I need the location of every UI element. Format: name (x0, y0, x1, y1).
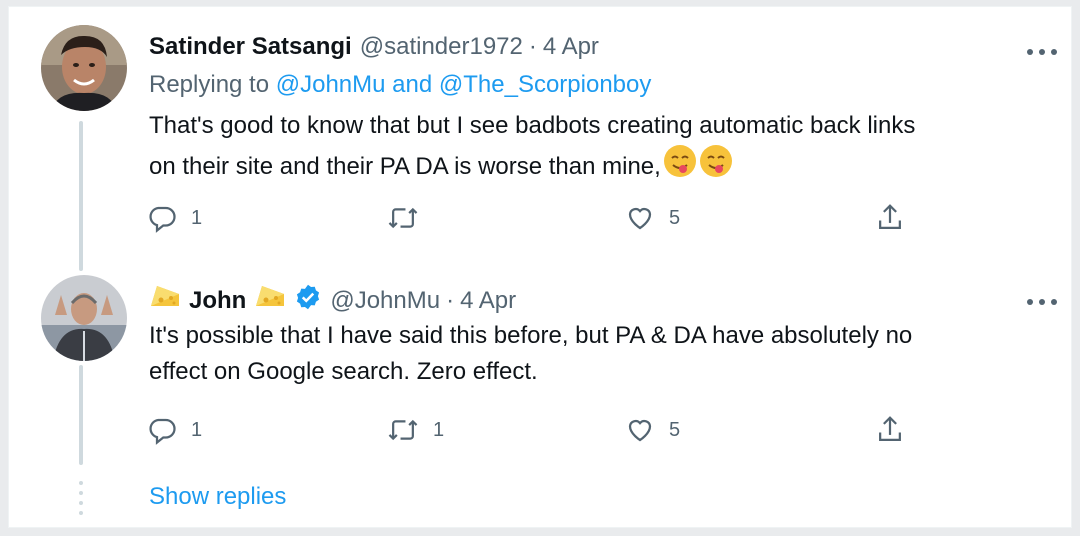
like-icon (628, 419, 652, 442)
share-icon (879, 416, 901, 441)
more-icon[interactable] (1027, 45, 1057, 59)
author-name[interactable]: John (189, 287, 246, 315)
tweet-text-line: It's possible that I have said this befo… (149, 322, 913, 349)
share-button[interactable] (875, 202, 905, 234)
reply-count: 1 (191, 418, 203, 441)
retweet-icon (388, 207, 418, 229)
tweet-text-line: That's good to know that but I see badbo… (149, 112, 916, 139)
tweet-text-line: on their site and their PA DA is worse t… (149, 144, 1049, 189)
like-count: 5 (669, 418, 681, 441)
replying-mentions[interactable]: @JohnMu and @The_Scorpionboy (276, 71, 652, 98)
retweet-button[interactable] (387, 203, 433, 233)
cheese-emoji (149, 284, 181, 317)
author-name[interactable]: Satinder Satsangi (149, 33, 352, 61)
share-button[interactable] (875, 414, 905, 446)
like-button[interactable]: 5 (625, 415, 680, 445)
tweet-text-line-2: on their site and their PA DA is worse t… (149, 152, 661, 180)
reply-icon (149, 206, 176, 233)
reply-button[interactable]: 1 (147, 415, 202, 445)
cheese-emoji (254, 284, 286, 317)
tweet-date[interactable]: 4 Apr (543, 33, 599, 61)
thread-connector (79, 121, 83, 271)
like-icon (628, 207, 652, 230)
author-handle[interactable]: @JohnMu (330, 287, 440, 315)
replying-prefix: Replying to (149, 71, 270, 98)
tweet-text: It's possible that I have said this befo… (149, 318, 1049, 390)
thread-connector (79, 365, 83, 465)
retweet-icon (388, 419, 418, 441)
tweet-text: That's good to know that but I see badbo… (149, 108, 1049, 189)
retweet-button[interactable]: 1 (387, 415, 444, 445)
tweet-text-line: effect on Google search. Zero effect. (149, 358, 538, 385)
more-replies-dots (79, 481, 83, 515)
reply-button[interactable]: 1 (147, 203, 202, 233)
like-button[interactable]: 5 (625, 203, 680, 233)
reply-count: 1 (191, 206, 203, 229)
savoring-food-emoji (663, 144, 697, 189)
conversation-card: Satinder Satsangi @satinder1972 · 4 Apr … (8, 6, 1072, 528)
tweet-date[interactable]: 4 Apr (460, 287, 516, 315)
tweet-header: Satinder Satsangi @satinder1972 · 4 Apr (149, 33, 599, 61)
savoring-food-emoji (699, 144, 733, 189)
separator: · (528, 33, 537, 60)
avatar-satinder[interactable] (41, 25, 127, 111)
tweet-header: John @JohnMu · 4 Apr (149, 283, 516, 318)
share-icon (879, 204, 901, 229)
separator: · (446, 286, 455, 314)
replying-to: Replying to @JohnMu and @The_Scorpionboy (149, 71, 651, 99)
author-handle[interactable]: @satinder1972 (360, 33, 523, 61)
verified-badge-icon (294, 283, 322, 318)
reply-icon (149, 418, 176, 445)
retweet-count: 1 (433, 418, 445, 441)
more-icon[interactable] (1027, 295, 1057, 309)
avatar-john[interactable] (41, 275, 127, 361)
show-replies-link[interactable]: Show replies (149, 483, 286, 511)
like-count: 5 (669, 206, 681, 229)
